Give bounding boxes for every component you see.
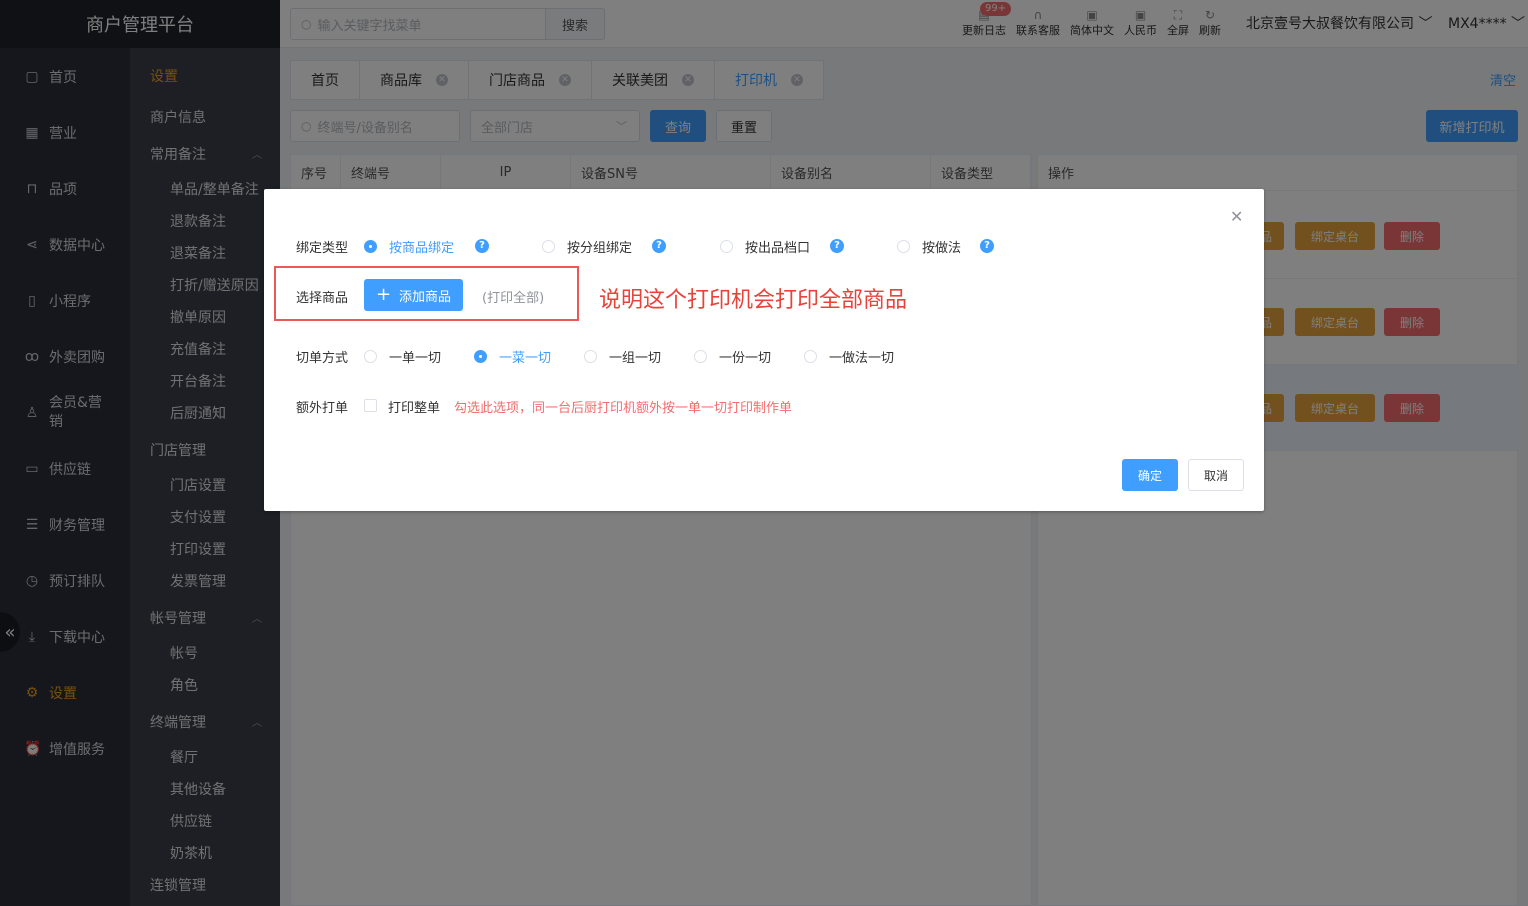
confirm-button[interactable]: 确定 xyxy=(1122,459,1178,491)
plus-icon: + xyxy=(375,284,392,305)
radio-cut-per-order[interactable]: 一单一切 xyxy=(364,347,441,366)
radio-indicator xyxy=(474,350,487,363)
annotation-text: 说明这个打印机会打印全部商品 xyxy=(599,288,908,313)
radio-cut-per-group[interactable]: 一组一切 xyxy=(584,347,661,366)
cancel-button[interactable]: 取消 xyxy=(1188,459,1244,491)
help-icon[interactable]: ? xyxy=(980,239,994,253)
print-all-hint: (打印全部) xyxy=(482,291,545,306)
add-goods-button[interactable]: + 添加商品 xyxy=(364,279,463,311)
radio-cut-per-method[interactable]: 一做法一切 xyxy=(804,347,894,366)
help-icon[interactable]: ? xyxy=(652,239,666,253)
close-icon[interactable]: ✕ xyxy=(1230,207,1243,226)
extra-print-hint: 勾选此选项，同一台后厨打印机额外按一单一切打印制作单 xyxy=(454,401,793,416)
radio-cut-per-dish[interactable]: 一菜一切 xyxy=(474,347,551,366)
radio-indicator xyxy=(364,350,377,363)
radio-indicator xyxy=(584,350,597,363)
select-goods-label: 选择商品 xyxy=(296,291,349,306)
printer-bind-dialog: ✕ 绑定类型 按商品绑定 ? 按分组绑定 ? 按出品档口 ? 按做法 ? 选择商… xyxy=(264,189,1264,511)
radio-bind-by-group[interactable]: 按分组绑定 xyxy=(542,237,632,256)
radio-indicator xyxy=(364,240,377,253)
radio-bind-by-goods[interactable]: 按商品绑定 xyxy=(364,237,454,256)
help-icon[interactable]: ? xyxy=(830,239,844,253)
radio-bind-by-station[interactable]: 按出品档口 xyxy=(720,237,810,256)
radio-indicator xyxy=(897,240,910,253)
radio-cut-per-portion[interactable]: 一份一切 xyxy=(694,347,771,366)
print-whole-order-checkbox[interactable] xyxy=(364,399,377,412)
radio-indicator xyxy=(694,350,707,363)
radio-indicator xyxy=(804,350,817,363)
radio-indicator xyxy=(720,240,733,253)
bind-type-label: 绑定类型 xyxy=(296,241,349,256)
print-whole-order-label[interactable]: 打印整单 xyxy=(388,397,440,416)
radio-indicator xyxy=(542,240,555,253)
radio-bind-by-method[interactable]: 按做法 xyxy=(897,237,961,256)
help-icon[interactable]: ? xyxy=(475,239,489,253)
extra-print-label: 额外打单 xyxy=(296,401,349,416)
cut-mode-label: 切单方式 xyxy=(296,351,349,366)
